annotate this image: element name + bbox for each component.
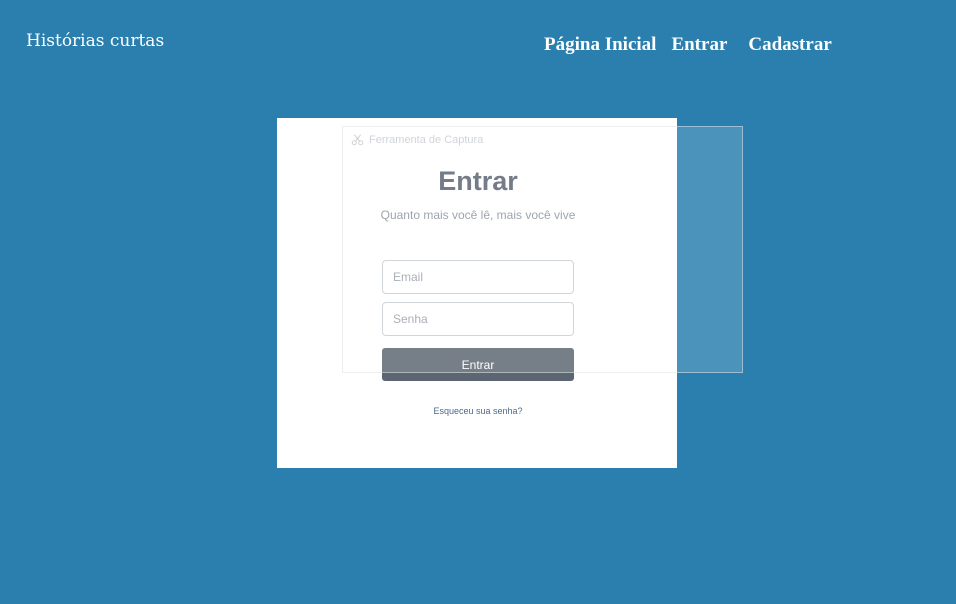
forgot-password-row: Esqueceu sua senha? — [0, 405, 956, 417]
site-brand[interactable]: Histórias curtas — [26, 30, 164, 52]
nav-link-register[interactable]: Cadastrar — [748, 33, 831, 57]
login-button[interactable]: Entrar — [382, 348, 574, 381]
nav-link-home[interactable]: Página Inicial — [544, 33, 656, 57]
email-field[interactable] — [382, 260, 574, 294]
main-nav: Página Inicial Entrar Cadastrar — [544, 33, 832, 57]
password-field[interactable] — [382, 302, 574, 336]
nav-link-login[interactable]: Entrar — [671, 33, 727, 57]
forgot-password-link[interactable]: Esqueceu sua senha? — [433, 406, 522, 416]
